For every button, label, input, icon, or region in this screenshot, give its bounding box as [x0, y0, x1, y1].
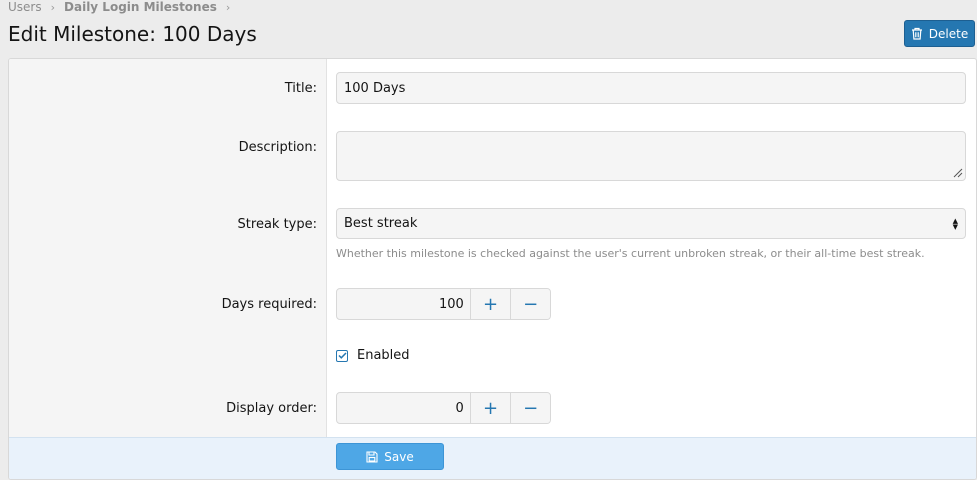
checkmark-icon — [337, 352, 347, 359]
days-required-input[interactable]: 100 — [337, 289, 471, 319]
streak-type-select[interactable]: Best streak ▲ ▼ — [336, 208, 966, 239]
delete-button[interactable]: Delete — [904, 20, 975, 47]
days-required-increment-button[interactable]: + — [470, 289, 511, 319]
breadcrumb-separator: › — [50, 0, 56, 14]
form-footer: Save — [9, 437, 976, 479]
milestone-form: Title: 100 Days Description: Streak type… — [8, 58, 977, 480]
breadcrumb-item-users[interactable]: Users — [8, 0, 42, 14]
enabled-checkbox[interactable] — [336, 349, 348, 362]
streak-type-hint: Whether this milestone is checked agains… — [336, 247, 925, 260]
title-label: Title: — [284, 81, 317, 96]
select-arrows-icon: ▲ ▼ — [952, 216, 958, 231]
streak-type-selected-value: Best streak — [344, 216, 418, 231]
display-order-increment-button[interactable]: + — [470, 393, 511, 423]
enabled-checkbox-row[interactable]: Enabled — [336, 348, 410, 363]
save-button-label: Save — [384, 449, 414, 464]
title-input-value: 100 Days — [344, 80, 406, 96]
streak-type-label: Streak type: — [237, 217, 317, 232]
display-order-decrement-button[interactable]: − — [510, 393, 550, 423]
title-input[interactable]: 100 Days — [336, 72, 966, 104]
display-order-stepper: 0 + − — [336, 392, 551, 424]
display-order-input[interactable]: 0 — [337, 393, 471, 423]
resize-grip-icon[interactable] — [951, 166, 963, 178]
delete-button-label: Delete — [928, 26, 969, 41]
days-required-stepper: 100 + − — [336, 288, 551, 320]
save-button[interactable]: Save — [336, 443, 444, 470]
breadcrumb: Users › Daily Login Milestones › — [8, 0, 239, 14]
enabled-label: Enabled — [357, 348, 410, 363]
form-label-column — [9, 59, 327, 437]
days-required-label: Days required: — [221, 297, 317, 312]
breadcrumb-item-daily-login-milestones[interactable]: Daily Login Milestones — [64, 0, 217, 14]
description-label: Description: — [238, 140, 317, 155]
display-order-label: Display order: — [226, 401, 317, 416]
description-textarea[interactable] — [336, 131, 966, 181]
page-title: Edit Milestone: 100 Days — [8, 22, 257, 46]
save-icon — [366, 450, 378, 463]
trash-icon — [911, 27, 922, 40]
days-required-decrement-button[interactable]: − — [510, 289, 550, 319]
breadcrumb-separator: › — [225, 0, 231, 14]
